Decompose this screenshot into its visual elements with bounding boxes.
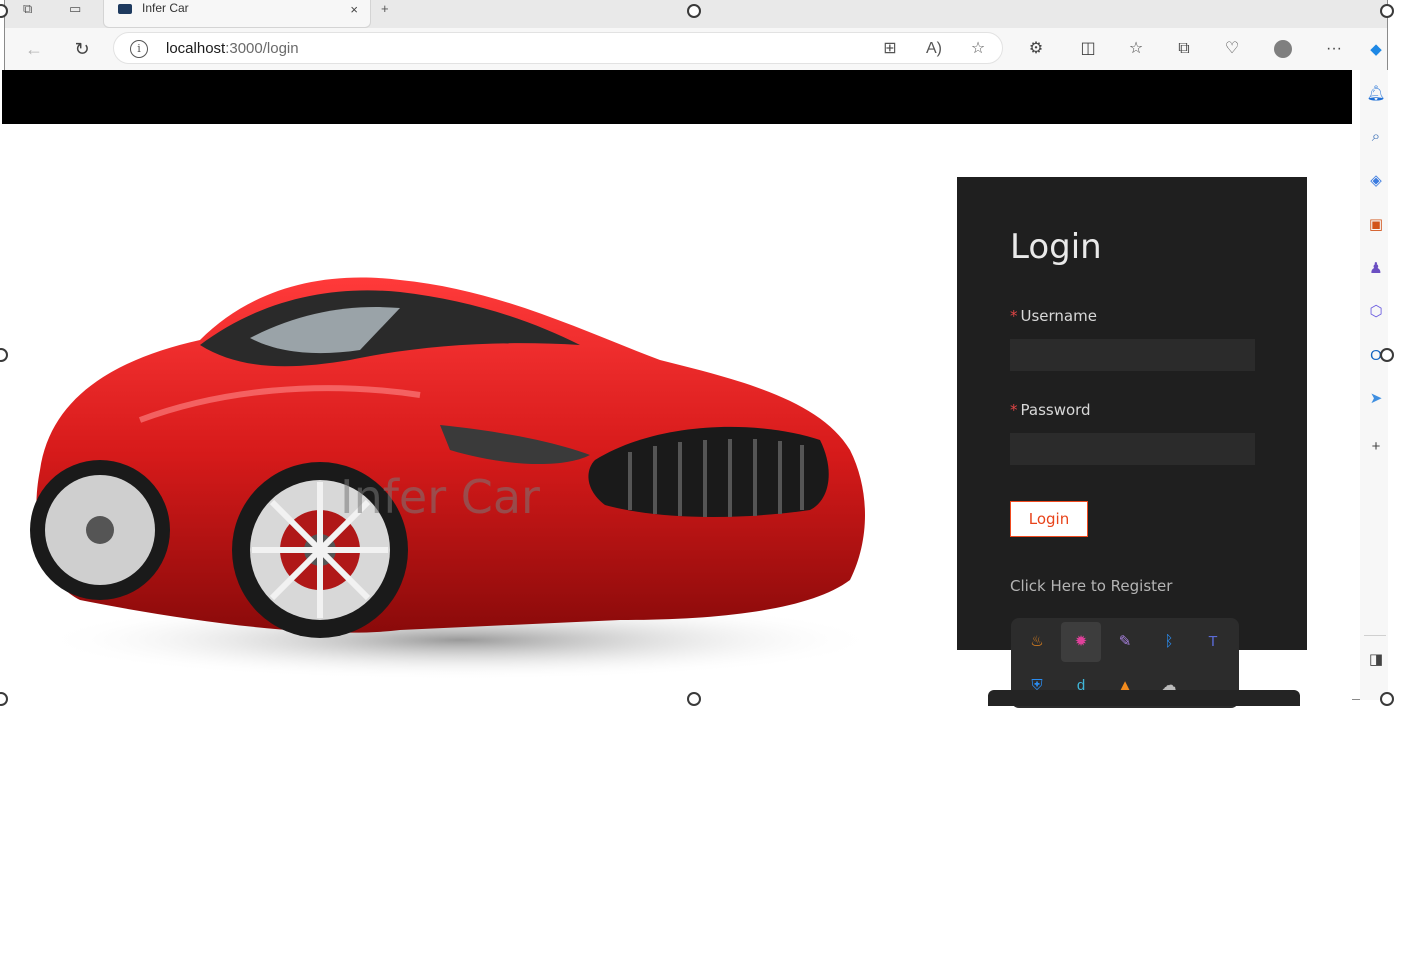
address-bar[interactable]: i localhost:3000/login ⊞ A) ☆ (113, 32, 1003, 64)
taskbar-edge (988, 690, 1300, 706)
username-input[interactable] (1010, 339, 1255, 371)
back-button[interactable]: ← (21, 37, 47, 61)
copilot-icon[interactable]: ◆ (1366, 40, 1386, 60)
login-panel: Login * Username * Password Login Click He… (957, 177, 1307, 650)
resize-handle[interactable] (687, 4, 701, 18)
profile-avatar[interactable] (1274, 40, 1292, 58)
collections-icon[interactable]: ⧉ (1171, 37, 1197, 61)
teams-icon[interactable]: T (1193, 622, 1233, 662)
login-button[interactable]: Login (1010, 501, 1088, 537)
favicon-icon (118, 4, 132, 14)
tab-close-icon[interactable]: × (350, 2, 358, 17)
password-label: * Password (1010, 401, 1091, 419)
bluetooth-icon[interactable]: ᛒ (1149, 622, 1189, 662)
read-aloud-icon[interactable]: A) (922, 37, 946, 61)
page-content: Infer Car Login * Username * Password Logi… (2, 70, 1352, 700)
password-input[interactable] (1010, 433, 1255, 465)
flame-app-icon[interactable]: ✹ (1061, 622, 1101, 662)
register-link[interactable]: Click Here to Register (1010, 577, 1172, 595)
office-icon[interactable]: ⬡ (1366, 302, 1386, 322)
required-mark: * (1010, 307, 1018, 325)
favorites-icon[interactable]: ☆ (1123, 37, 1149, 61)
bell-icon[interactable]: 🔔︎ (1366, 84, 1386, 104)
tab-title: Infer Car (142, 1, 189, 15)
tag-icon[interactable]: ◈ (1366, 171, 1386, 191)
resize-handle[interactable] (1380, 4, 1394, 18)
favorite-star-icon[interactable]: ☆ (966, 37, 990, 61)
car-image (30, 277, 880, 680)
resize-handle[interactable] (1380, 692, 1394, 706)
workspaces-icon[interactable]: ⧉ (23, 1, 32, 17)
feather-icon[interactable]: ✎ (1105, 622, 1145, 662)
site-info-icon[interactable]: i (130, 40, 148, 58)
resize-handle[interactable] (687, 692, 701, 706)
resize-handle[interactable] (0, 692, 8, 706)
briefcase-icon[interactable]: ▣ (1366, 215, 1386, 235)
url-text[interactable]: localhost:3000/login (166, 40, 299, 57)
more-menu-icon[interactable]: ··· (1321, 37, 1347, 61)
tab-active[interactable]: Infer Car × (103, 0, 371, 28)
extensions-icon[interactable]: ⚙ (1023, 37, 1049, 61)
login-title: Login (1010, 227, 1102, 267)
refresh-button[interactable]: ↻ (69, 37, 95, 61)
tab-actions-icon[interactable]: ▭ (69, 1, 81, 17)
add-icon[interactable]: + (1366, 437, 1386, 457)
chess-icon[interactable]: ♟ (1366, 259, 1386, 279)
brand-watermark: Infer Car (340, 470, 540, 524)
resize-handle[interactable] (1380, 348, 1394, 362)
new-tab-button[interactable]: + (381, 1, 389, 16)
edge-sidebar: ◆ 🔔︎ ⌕ ◈ ▣ ♟ ⬡ O ➤ + ◨ (1360, 41, 1388, 700)
split-pane-icon[interactable]: ◨ (1366, 650, 1386, 670)
app-available-icon[interactable]: ⊞ (878, 37, 902, 61)
username-label: * Username (1010, 307, 1097, 325)
site-header-bar (2, 70, 1352, 124)
navigation-bar: ← ↻ i localhost:3000/login ⊞ A) ☆ ⚙ ◫ ☆ … (5, 28, 1387, 70)
sidebar-divider (1364, 635, 1386, 636)
required-mark: * (1010, 401, 1018, 419)
search-icon[interactable]: ⌕ (1366, 127, 1386, 147)
split-screen-icon[interactable]: ◫ (1075, 37, 1101, 61)
send-icon[interactable]: ➤ (1366, 389, 1386, 409)
java-icon[interactable]: ♨ (1017, 622, 1057, 662)
browser-essentials-icon[interactable]: ♡ (1219, 37, 1245, 61)
